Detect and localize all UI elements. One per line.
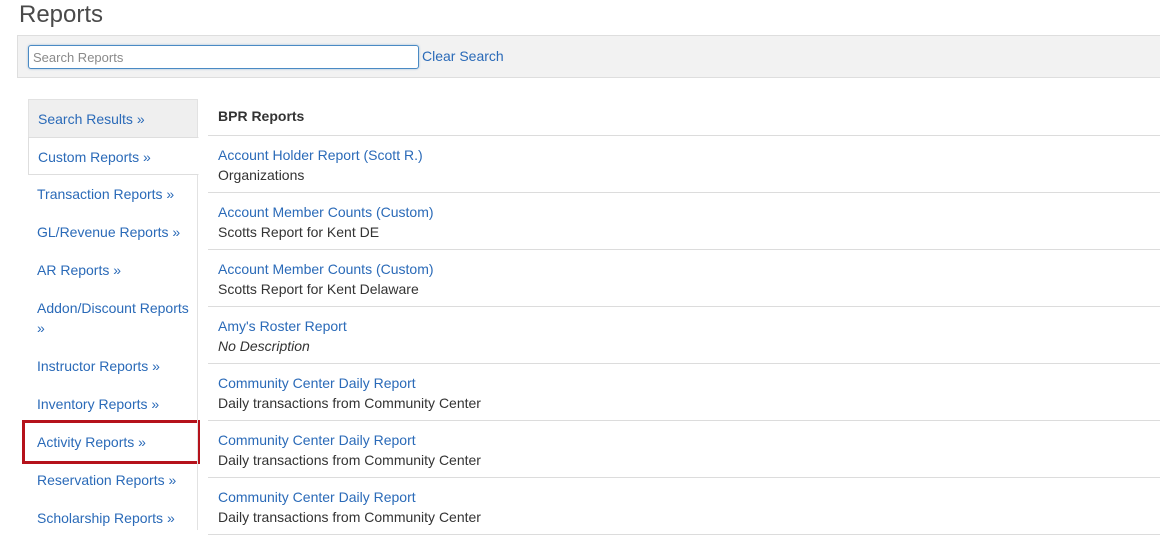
search-input[interactable]: [28, 45, 419, 69]
section-heading: BPR Reports: [208, 99, 1160, 136]
report-category-sidebar: Search Results » Custom Reports » Transa…: [22, 99, 200, 537]
sidebar-item-custom-reports[interactable]: Custom Reports »: [28, 137, 199, 175]
sidebar-item-addon-discount-reports[interactable]: Addon/Discount Reports »: [28, 289, 198, 347]
sidebar-item-ar-reports[interactable]: AR Reports »: [28, 251, 198, 289]
sidebar-item-search-results[interactable]: Search Results »: [28, 99, 198, 137]
report-description: Organizations: [218, 167, 305, 183]
report-list: BPR Reports Account Holder Report (Scott…: [208, 99, 1160, 535]
report-description: No Description: [218, 338, 310, 354]
report-description: Daily transactions from Community Center: [218, 452, 481, 468]
sidebar-item-transaction-reports[interactable]: Transaction Reports »: [28, 175, 198, 213]
report-link[interactable]: Account Member Counts (Custom): [218, 259, 1150, 279]
report-description: Daily transactions from Community Center: [218, 395, 481, 411]
report-link[interactable]: Account Holder Report (Scott R.): [218, 145, 1150, 165]
sidebar-item-gl-revenue-reports[interactable]: GL/Revenue Reports »: [28, 213, 198, 251]
report-link[interactable]: Amy's Roster Report: [218, 316, 1150, 336]
sidebar-item-scholarship-reports[interactable]: Scholarship Reports »: [28, 499, 198, 537]
report-description: Daily transactions from Community Center: [218, 509, 481, 525]
report-link[interactable]: Community Center Daily Report: [218, 373, 1150, 393]
clear-search-link[interactable]: Clear Search: [422, 48, 504, 64]
report-link[interactable]: Account Member Counts (Custom): [218, 202, 1150, 222]
list-item: Amy's Roster Report No Description: [208, 307, 1160, 364]
page-title: Reports: [19, 1, 104, 28]
report-link[interactable]: Community Center Daily Report: [218, 430, 1150, 450]
report-description: Scotts Report for Kent Delaware: [218, 281, 419, 297]
list-item: Account Member Counts (Custom) Scotts Re…: [208, 193, 1160, 250]
list-item: Account Holder Report (Scott R.) Organiz…: [208, 136, 1160, 193]
list-item: Community Center Daily Report Daily tran…: [208, 478, 1160, 535]
sidebar-item-inventory-reports[interactable]: Inventory Reports »: [28, 385, 198, 423]
list-item: Community Center Daily Report Daily tran…: [208, 421, 1160, 478]
list-item: Community Center Daily Report Daily tran…: [208, 364, 1160, 421]
search-bar: Clear Search: [17, 35, 1160, 78]
report-link[interactable]: Community Center Daily Report: [218, 487, 1150, 507]
list-item: Account Member Counts (Custom) Scotts Re…: [208, 250, 1160, 307]
report-description: Scotts Report for Kent DE: [218, 224, 380, 240]
sidebar-item-activity-reports[interactable]: Activity Reports »: [22, 420, 200, 464]
sidebar-item-instructor-reports[interactable]: Instructor Reports »: [28, 347, 198, 385]
sidebar-item-reservation-reports[interactable]: Reservation Reports »: [28, 461, 198, 499]
